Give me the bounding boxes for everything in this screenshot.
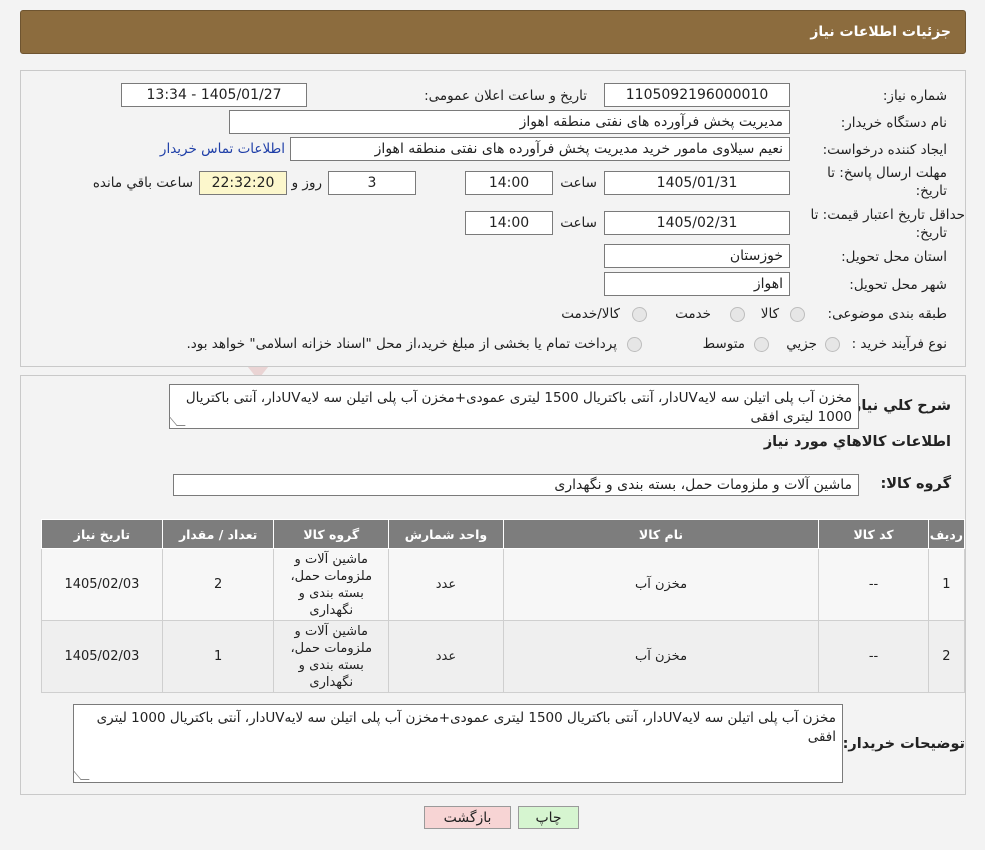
resize-grip-icon[interactable] [169,417,186,426]
process-minor-radio[interactable] [825,337,840,352]
col-row-number: ردیف [927,519,966,549]
response-deadline-time-field: 14:00 [465,171,553,195]
category-goods-service-radio[interactable] [632,307,647,322]
col-item-code: کد کالا [818,519,929,549]
delivery-province-label: استان محل تحویل: [841,249,947,265]
buyer-org-label: نام دستگاه خریدار: [840,115,947,131]
item-name-cell: مخزن آب [502,548,820,621]
col-goods-group: گروه کالا [273,519,390,549]
items-table: ردیف کد کالا نام کالا واحد شمارش گروه کا… [41,519,966,693]
process-minor-label: جزیي [786,336,817,352]
summary-textarea[interactable]: مخزن آب پلی اتیلن سه لایهUVدار، آنتی باک… [169,384,859,429]
response-deadline-date-field: 1405/01/31 [604,171,790,195]
item-name-cell: مخزن آب [502,620,820,693]
remaining-time-label: ساعت باقي مانده [92,175,193,191]
delivery-city-label: شهر محل تحویل: [849,277,947,293]
need-date-cell: 1405/02/03 [41,548,163,621]
need-date-cell: 1405/02/03 [41,620,163,693]
items-section-heading: اطلاعات کالاهاي مورد نیاز [763,434,951,450]
subject-category-label: طبقه بندی موضوعی: [827,306,947,322]
request-creator-field: نعیم سیلاوی مامور خرید مدیریت پخش فرآورد… [290,137,790,161]
need-items-panel: شرح کلي نیاز: مخزن آب پلی اتیلن سه لایهU… [20,375,966,795]
buyer-notes-text: مخزن آب پلی اتیلن سه لایهUVدار، آنتی باک… [96,710,836,745]
buyer-notes-label: توضیحات خریدار: [842,736,965,752]
response-deadline-time-label: ساعت [560,175,597,191]
print-button[interactable]: چاپ [518,806,579,829]
price-validity-label-line1: حداقل تاریخ اعتبار قیمت: تا [810,207,965,223]
unit-cell: عدد [388,548,504,621]
price-validity-time-field: 14:00 [465,211,553,235]
goods-group-field: ماشین آلات و ملزومات حمل، بسته بندی و نگ… [173,474,859,496]
page-title-bar: جزئیات اطلاعات نیاز [20,10,966,54]
buyer-contact-link[interactable]: اطلاعات تماس خریدار [160,141,285,157]
price-validity-label-line2: تاریخ: [915,225,947,241]
table-row: 1 -- مخزن آب عدد ماشین آلات و ملزومات حم… [41,548,966,621]
process-treasury-radio[interactable] [627,337,642,352]
category-service-radio[interactable] [730,307,745,322]
page-title: جزئیات اطلاعات نیاز [810,24,951,40]
col-need-date: تاریخ نیاز [41,519,163,549]
back-button[interactable]: بازگشت [424,806,511,829]
item-code-cell: -- [818,620,929,693]
announce-datetime-field: 1405/01/27 - 13:34 [121,83,307,107]
col-unit: واحد شمارش [388,519,504,549]
category-goods-radio[interactable] [790,307,805,322]
category-goods-service-label: کالا/خدمت [561,306,620,322]
buyer-org-field: مدیریت پخش فرآورده های نفتی منطقه اهواز [229,110,790,134]
process-medium-radio[interactable] [754,337,769,352]
goods-group-cell: ماشین آلات و ملزومات حمل، بسته بندی و نگ… [273,620,390,693]
quantity-cell: 1 [161,620,275,693]
response-deadline-label-line2: تاریخ: [915,183,947,199]
category-goods-label: کالا [760,306,779,322]
response-deadline-label-line1: مهلت ارسال پاسخ: تا [827,165,947,181]
row-number-cell: 2 [927,620,966,693]
col-quantity: تعداد / مقدار [161,519,275,549]
need-number-field: 1105092196000010 [604,83,790,107]
table-row: 2 -- مخزن آب عدد ماشین آلات و ملزومات حم… [41,620,966,693]
price-validity-date-field: 1405/02/31 [604,211,790,235]
resize-grip-icon[interactable] [73,771,90,780]
remaining-days-field: 3 [328,171,416,195]
unit-cell: عدد [388,620,504,693]
price-validity-time-label: ساعت [560,215,597,231]
need-details-panel: شماره نیاز: 1105092196000010 تاریخ و ساع… [20,70,966,367]
process-treasury-note: پرداخت تمام یا بخشی از مبلغ خرید،از محل … [186,336,617,352]
goods-group-cell: ماشین آلات و ملزومات حمل، بسته بندی و نگ… [273,548,390,621]
goods-group-label: گروه کالا: [880,476,951,492]
process-medium-label: متوسط [702,336,745,352]
purchase-process-label: نوع فرآیند خرید : [851,336,947,352]
quantity-cell: 2 [161,548,275,621]
need-number-label: شماره نیاز: [882,88,947,104]
delivery-city-field: اهواز [604,272,790,296]
col-item-name: نام کالا [502,519,820,549]
summary-text: مخزن آب پلی اتیلن سه لایهUVدار، آنتی باک… [185,390,852,425]
remaining-time-field: 22:32:20 [199,171,287,195]
summary-label: شرح کلي نیاز: [847,398,951,414]
remaining-days-label: روز و [291,175,322,191]
request-creator-label: ایجاد کننده درخواست: [822,142,947,158]
delivery-province-field: خوزستان [604,244,790,268]
buyer-notes-textarea[interactable]: مخزن آب پلی اتیلن سه لایهUVدار، آنتی باک… [73,704,843,783]
row-number-cell: 1 [927,548,966,621]
item-code-cell: -- [818,548,929,621]
items-table-header: ردیف کد کالا نام کالا واحد شمارش گروه کا… [41,519,966,549]
category-service-label: خدمت [675,306,711,322]
announce-datetime-label: تاریخ و ساعت اعلان عمومی: [424,88,587,104]
